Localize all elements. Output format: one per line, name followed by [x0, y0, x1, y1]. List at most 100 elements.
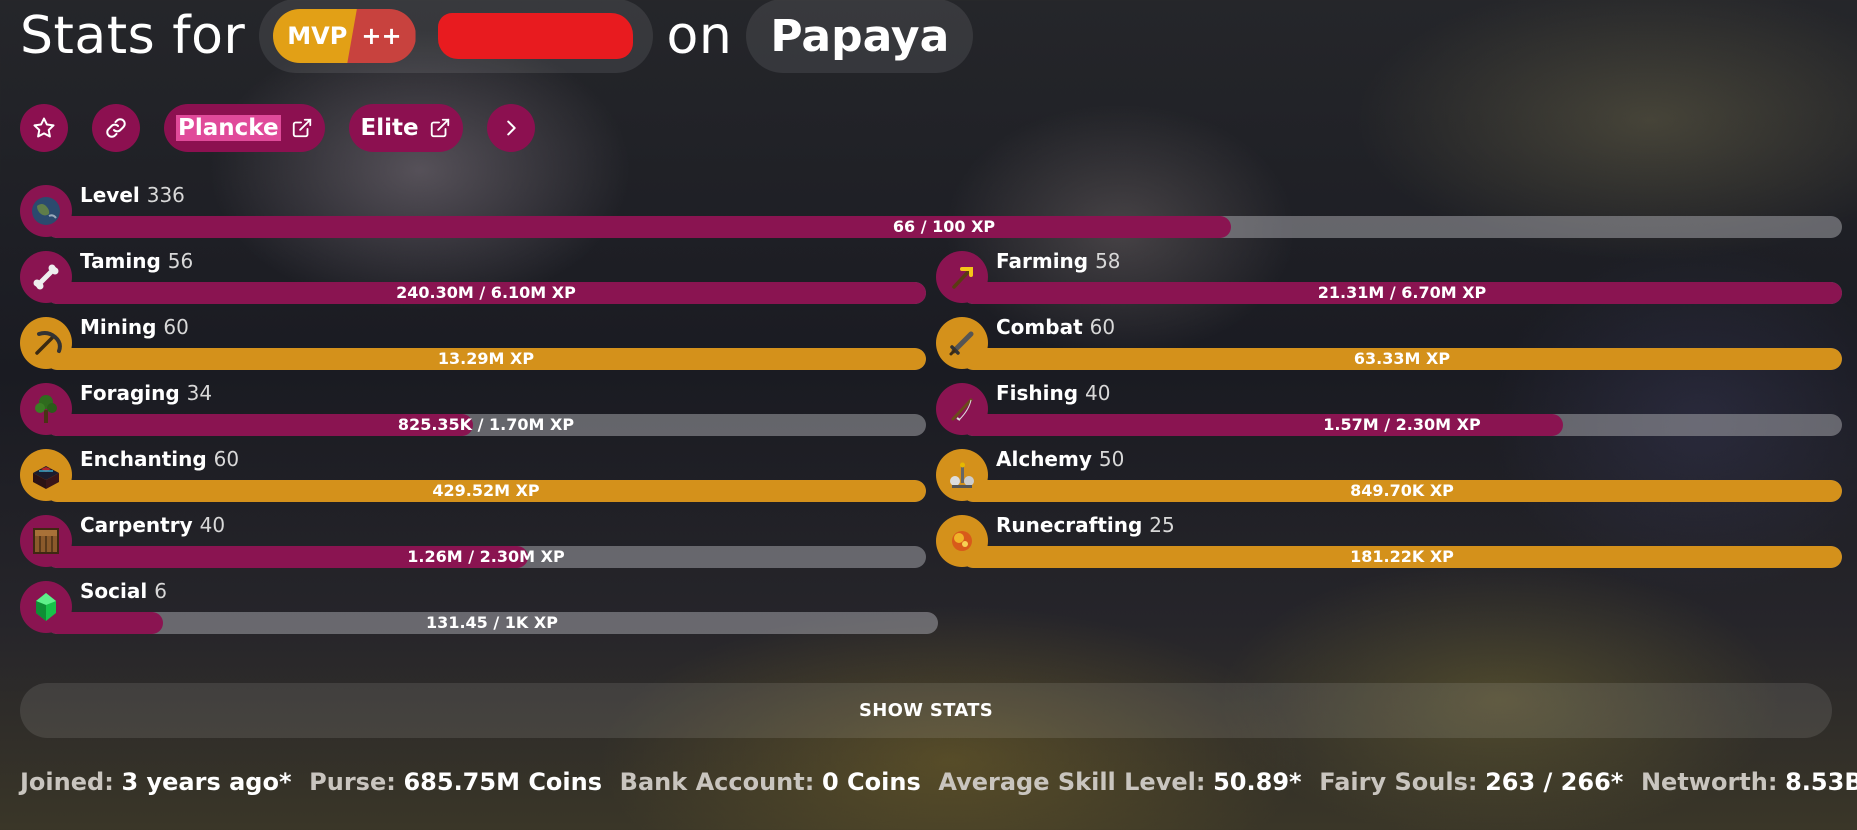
- progress-text: 181.22K XP: [1350, 547, 1454, 566]
- earth-icon: [20, 185, 72, 237]
- skill-name: Alchemy 50: [996, 447, 1124, 471]
- skill-enchanting: Enchanting 60 429.52M XP: [20, 446, 926, 504]
- skill-name: Social 6: [80, 579, 167, 603]
- skill-name: Fishing 40: [996, 381, 1111, 405]
- skill-value: 40: [1085, 381, 1111, 405]
- skill-value: 50: [1098, 447, 1125, 471]
- copy-link-button[interactable]: [92, 104, 140, 152]
- skill-runecrafting: Runecrafting 25 181.22K XP: [936, 512, 1842, 570]
- skill-name: Combat 60: [996, 315, 1115, 339]
- on-text: on: [666, 6, 733, 66]
- skill-label: Foraging: [80, 381, 180, 405]
- skill-farming: Farming 58 21.31M / 6.70M XP: [936, 248, 1842, 306]
- rank-plus: ++: [347, 9, 416, 63]
- crafting-table-icon: [20, 515, 72, 567]
- page-title-prefix: Stats for: [20, 6, 246, 66]
- skill-label: Taming: [80, 249, 161, 273]
- magma-cream-icon: [936, 515, 988, 567]
- skill-value: 6: [154, 579, 167, 603]
- avg-skill-label: Average Skill Level:: [938, 768, 1206, 796]
- show-stats-button[interactable]: SHOW STATS: [20, 683, 1832, 738]
- skill-value: 25: [1149, 513, 1175, 537]
- skill-level: Level 336 66 / 100 XP: [20, 182, 1842, 240]
- skill-value: 336: [146, 183, 185, 207]
- skill-name: Mining 60: [80, 315, 189, 339]
- skill-name: Foraging 34: [80, 381, 212, 405]
- progress-text: 849.70K XP: [1350, 481, 1454, 500]
- progress-text: 429.52M XP: [432, 481, 540, 500]
- elite-link-button[interactable]: Elite: [348, 104, 463, 152]
- emerald-icon: [20, 581, 72, 633]
- joined-label: Joined:: [20, 768, 114, 796]
- chevron-right-icon: [506, 120, 516, 136]
- progress-text: 240.30M / 6.10M XP: [396, 283, 576, 302]
- sapling-icon: [20, 383, 72, 435]
- joined-mark: *: [278, 768, 292, 796]
- purse-value: 685.75M Coins: [403, 768, 603, 796]
- rank-badge: MVP ++: [273, 9, 416, 63]
- skill-alchemy: Alchemy 50 849.70K XP: [936, 446, 1842, 504]
- brewing-stand-icon: [936, 449, 988, 501]
- skill-name: Runecrafting 25: [996, 513, 1175, 537]
- plancke-label: Plancke: [176, 115, 281, 141]
- favorite-button[interactable]: [20, 104, 68, 152]
- bank-value: 0 Coins: [821, 768, 921, 796]
- skill-name: Level 336: [80, 183, 185, 207]
- skill-label: Farming: [996, 249, 1089, 273]
- skill-name: Farming 58: [996, 249, 1121, 273]
- skill-label: Alchemy: [996, 447, 1092, 471]
- skill-value: 40: [199, 513, 226, 537]
- profile-switcher[interactable]: Papaya: [746, 0, 974, 73]
- skill-value: 60: [1089, 315, 1116, 339]
- fairy-souls-label: Fairy Souls:: [1319, 768, 1478, 796]
- enchanting-table-icon: [20, 449, 72, 501]
- fishing-rod-icon: [936, 383, 988, 435]
- more-button[interactable]: [486, 104, 535, 152]
- skill-value: 34: [186, 381, 213, 405]
- progress-text: 1.26M / 2.30M XP: [407, 547, 565, 566]
- progress-text: 131.45 / 1K XP: [426, 613, 558, 632]
- progress-text: 1.57M / 2.30M XP: [1323, 415, 1481, 434]
- skill-mining: Mining 60 13.29M XP: [20, 314, 926, 372]
- plancke-link-button[interactable]: Plancke: [164, 104, 325, 152]
- bone-icon: [20, 251, 72, 303]
- player-pill: MVP ++: [259, 0, 653, 73]
- skill-value: 60: [213, 447, 240, 471]
- progress-text: 13.29M XP: [437, 349, 535, 368]
- avg-skill-text: 50.89: [1213, 768, 1290, 796]
- skill-name: Carpentry 40: [80, 513, 225, 537]
- skill-value: 60: [163, 315, 189, 339]
- fairy-souls-text: 263 / 266: [1485, 768, 1611, 796]
- link-icon: [106, 118, 126, 138]
- external-link-icon: [430, 118, 449, 138]
- networth-text: 8.53B: [1785, 768, 1857, 796]
- page-header: Stats for MVP ++ on Papaya: [20, 0, 974, 73]
- skill-fishing: Fishing 40 1.57M / 2.30M XP: [936, 380, 1842, 438]
- skill-carpentry: Carpentry 40 1.26M / 2.30M XP: [20, 512, 926, 570]
- skill-foraging: Foraging 34 825.35K / 1.70M XP: [20, 380, 926, 438]
- bank-label: Bank Account:: [619, 768, 815, 796]
- redacted-username: [437, 13, 633, 59]
- joined-text: 3 years ago: [121, 768, 279, 796]
- skill-label: Level: [80, 183, 140, 207]
- avg-skill-value[interactable]: 50.89*: [1213, 768, 1301, 796]
- action-buttons: Plancke Elite: [20, 104, 535, 152]
- star-icon: [33, 117, 55, 138]
- progress-text: 63.33M XP: [1353, 349, 1451, 368]
- skill-label: Fishing: [996, 381, 1079, 405]
- joined-value[interactable]: 3 years ago*: [121, 768, 291, 796]
- elite-label: Elite: [360, 115, 419, 141]
- fairy-souls-mark: *: [1610, 768, 1624, 796]
- skill-name: Enchanting 60: [80, 447, 239, 471]
- networth-value[interactable]: 8.53B*: [1785, 768, 1857, 796]
- golden-hoe-icon: [936, 251, 988, 303]
- rank-main: MVP: [273, 9, 358, 63]
- profile-summary: Joined: 3 years ago* Purse: 685.75M Coin…: [20, 768, 1857, 796]
- skill-label: Mining: [80, 315, 157, 339]
- skill-combat: Combat 60 63.33M XP: [936, 314, 1842, 372]
- skill-label: Combat: [996, 315, 1083, 339]
- skill-value: 58: [1095, 249, 1121, 273]
- fairy-souls-value[interactable]: 263 / 266*: [1485, 768, 1623, 796]
- skill-label: Runecrafting: [996, 513, 1143, 537]
- skill-social: Social 6 131.45 / 1K XP: [20, 578, 938, 636]
